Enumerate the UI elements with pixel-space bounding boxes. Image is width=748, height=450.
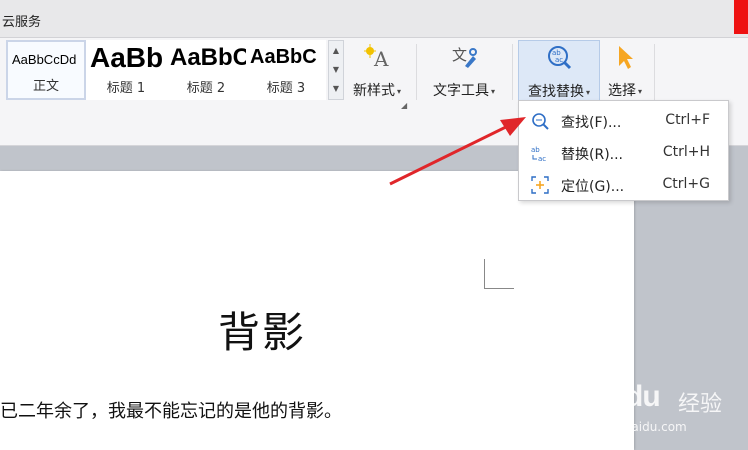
watermark-site: 经验 [678, 392, 723, 417]
watermark-url: jingyan.baidu.com [576, 420, 687, 434]
gallery-scrollbar[interactable]: ▲ ▼ ▼ [328, 40, 344, 100]
menu-item-find[interactable]: 查找(F)... Ctrl+F [519, 105, 728, 137]
red-corner-badge [734, 0, 748, 34]
menu-item-shortcut: Ctrl+F [665, 112, 710, 128]
svg-text:ac: ac [555, 56, 563, 64]
style-name: 标题 3 [266, 81, 306, 96]
chevron-down-icon[interactable]: ▼ [329, 60, 343, 79]
menu-item-label: 查找(F)... [561, 115, 622, 131]
menu-item-replace[interactable]: ab ac 替换(R)... Ctrl+H [519, 137, 728, 169]
svg-text:A: A [373, 47, 389, 70]
document-paragraph[interactable]: 已二年余了，我最不能忘记的是他的背影。 [0, 397, 342, 423]
replace-icon: ab ac [531, 146, 546, 162]
ribbon-separator [512, 44, 513, 100]
gallery-expand-icon[interactable]: ▼ [329, 79, 343, 98]
style-preview: AaBb [90, 42, 164, 73]
new-style-icon: A [364, 44, 389, 70]
find-icon [532, 113, 549, 130]
menu-item-label: 替换(R)... [561, 147, 624, 163]
styles-gallery: AaBbCcDd 正文 AaBb 标题 1 AaBbC 标题 2 AaBbC 标… [6, 40, 328, 100]
goto-icon [531, 176, 549, 194]
select-button[interactable]: 选择 ▾ [602, 40, 648, 102]
document-title[interactable]: 背影 [0, 299, 306, 360]
style-preview: AaBbC [250, 46, 317, 68]
menu-item-shortcut: Ctrl+H [662, 144, 710, 160]
find-replace-label: 查找替换 [527, 84, 584, 100]
style-heading-3[interactable]: AaBbC 标题 3 [246, 40, 326, 100]
caret-down-icon: ▾ [637, 86, 642, 96]
style-heading-1[interactable]: AaBb 标题 1 [86, 40, 166, 100]
new-style-button[interactable]: A 新样式 ▾ [346, 40, 408, 102]
watermark-logo: Bai du [574, 380, 661, 413]
new-style-label: 新样式 [352, 83, 395, 99]
select-label: 选择 [607, 83, 636, 99]
tab-cloud-service[interactable]: 云服务 [2, 11, 41, 30]
caret-down-icon: ▾ [396, 86, 401, 96]
style-heading-2[interactable]: AaBbC 标题 2 [166, 40, 246, 100]
tab-strip: 云服务 [0, 0, 748, 38]
find-replace-menu: 查找(F)... Ctrl+F ab ac 替换(R)... Ctrl+H 定位… [518, 100, 729, 201]
find-replace-button[interactable]: ab ac 查找替换 ▾ [518, 40, 600, 102]
text-tools-label: 文字工具 [432, 83, 489, 99]
caret-down-icon: ▾ [490, 86, 495, 96]
menu-item-goto[interactable]: 定位(G)... Ctrl+G [519, 169, 728, 201]
style-name: 标题 2 [186, 81, 226, 96]
chevron-up-icon[interactable]: ▲ [329, 41, 343, 60]
style-name: 正文 [32, 79, 59, 94]
ribbon-separator [416, 44, 417, 100]
ribbon-separator [654, 44, 655, 100]
text-tools-button[interactable]: 文 文字工具 ▾ [424, 40, 504, 102]
style-preview: AaBbC [170, 44, 246, 71]
svg-text:ab: ab [531, 146, 540, 154]
svg-text:文: 文 [452, 46, 467, 64]
find-replace-icon: ab ac [548, 46, 572, 70]
dialog-launcher-icon[interactable]: ◢ [401, 101, 407, 110]
cursor-arrow-icon [619, 46, 633, 69]
style-body-text[interactable]: AaBbCcDd 正文 [6, 40, 86, 100]
baidu-watermark: Bai du 经验 jingyan.baidu.com [574, 376, 744, 446]
margin-corner-mark [484, 259, 514, 289]
text-tools-icon: 文 [452, 46, 477, 68]
menu-item-label: 定位(G)... [561, 179, 625, 195]
caret-down-icon: ▾ [585, 87, 590, 97]
style-name: 标题 1 [106, 81, 146, 96]
document-page[interactable]: 背影 已二年余了，我最不能忘记的是他的背影。 [0, 171, 634, 450]
svg-text:ac: ac [538, 155, 546, 162]
menu-item-shortcut: Ctrl+G [662, 176, 711, 192]
style-preview: AaBbCcDd [12, 52, 77, 67]
